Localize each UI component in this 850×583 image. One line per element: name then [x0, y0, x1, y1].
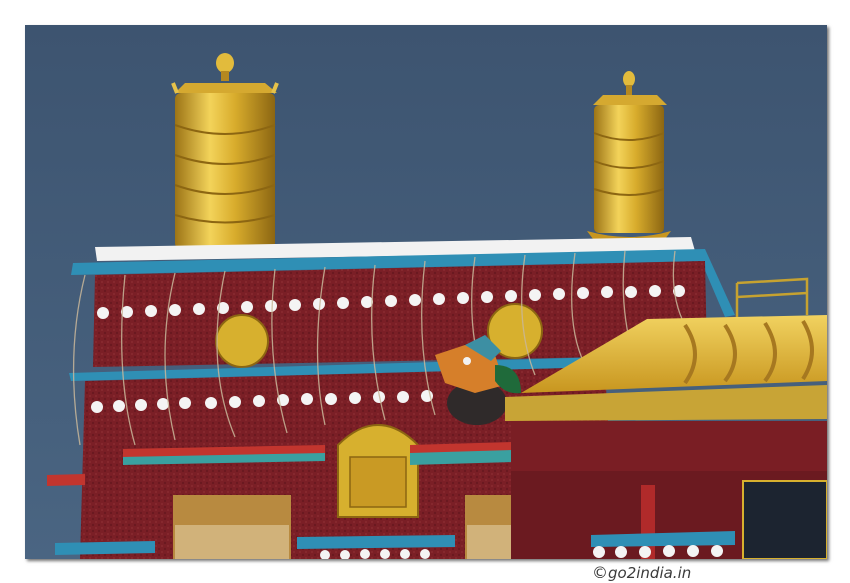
copyright-watermark: ©go2india.in — [592, 563, 691, 583]
monastery-photo — [25, 25, 827, 559]
watermark-text: go2india.in — [608, 564, 692, 582]
copyright-symbol: © — [592, 563, 608, 582]
central-gold-door-panel — [337, 424, 419, 518]
upper-left-gold-emblem — [215, 314, 269, 368]
window — [742, 480, 827, 559]
photo-frame — [25, 25, 827, 559]
